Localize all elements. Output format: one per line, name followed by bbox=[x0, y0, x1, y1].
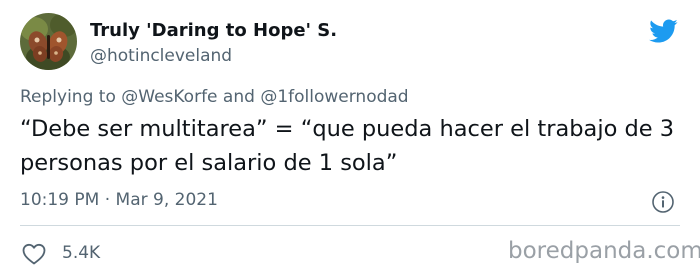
info-icon[interactable] bbox=[651, 190, 675, 214]
heart-icon[interactable] bbox=[22, 243, 46, 265]
tweet-timestamp[interactable]: 10:19 PM · Mar 9, 2021 bbox=[20, 190, 218, 210]
reply-context: Replying to @WesKorfe and @1followernoda… bbox=[20, 87, 409, 107]
twitter-bird-icon[interactable] bbox=[646, 16, 680, 46]
tweet-card: Truly 'Daring to Hope' S. @hotinclevelan… bbox=[0, 0, 700, 280]
reply-mention-1followernodad[interactable]: @1followernodad bbox=[260, 87, 408, 107]
reply-mention-weskorfe[interactable]: @WesKorfe bbox=[121, 87, 217, 107]
avatar-image bbox=[20, 13, 77, 70]
tweet-date: Mar 9, 2021 bbox=[115, 190, 218, 210]
author-handle[interactable]: @hotincleveland bbox=[90, 46, 232, 66]
divider bbox=[20, 225, 680, 226]
watermark: boredpanda.com bbox=[508, 238, 700, 264]
reply-prefix: Replying to bbox=[20, 87, 116, 107]
timestamp-separator: · bbox=[104, 190, 111, 210]
tweet-time: 10:19 PM bbox=[20, 190, 100, 210]
reply-conjunction: and bbox=[222, 87, 255, 107]
like-count: 5.4K bbox=[62, 243, 101, 263]
avatar[interactable] bbox=[20, 13, 77, 70]
tweet-text: “Debe ser multitarea” = “que pueda hacer… bbox=[20, 116, 675, 176]
author-display-name[interactable]: Truly 'Daring to Hope' S. bbox=[90, 20, 337, 41]
